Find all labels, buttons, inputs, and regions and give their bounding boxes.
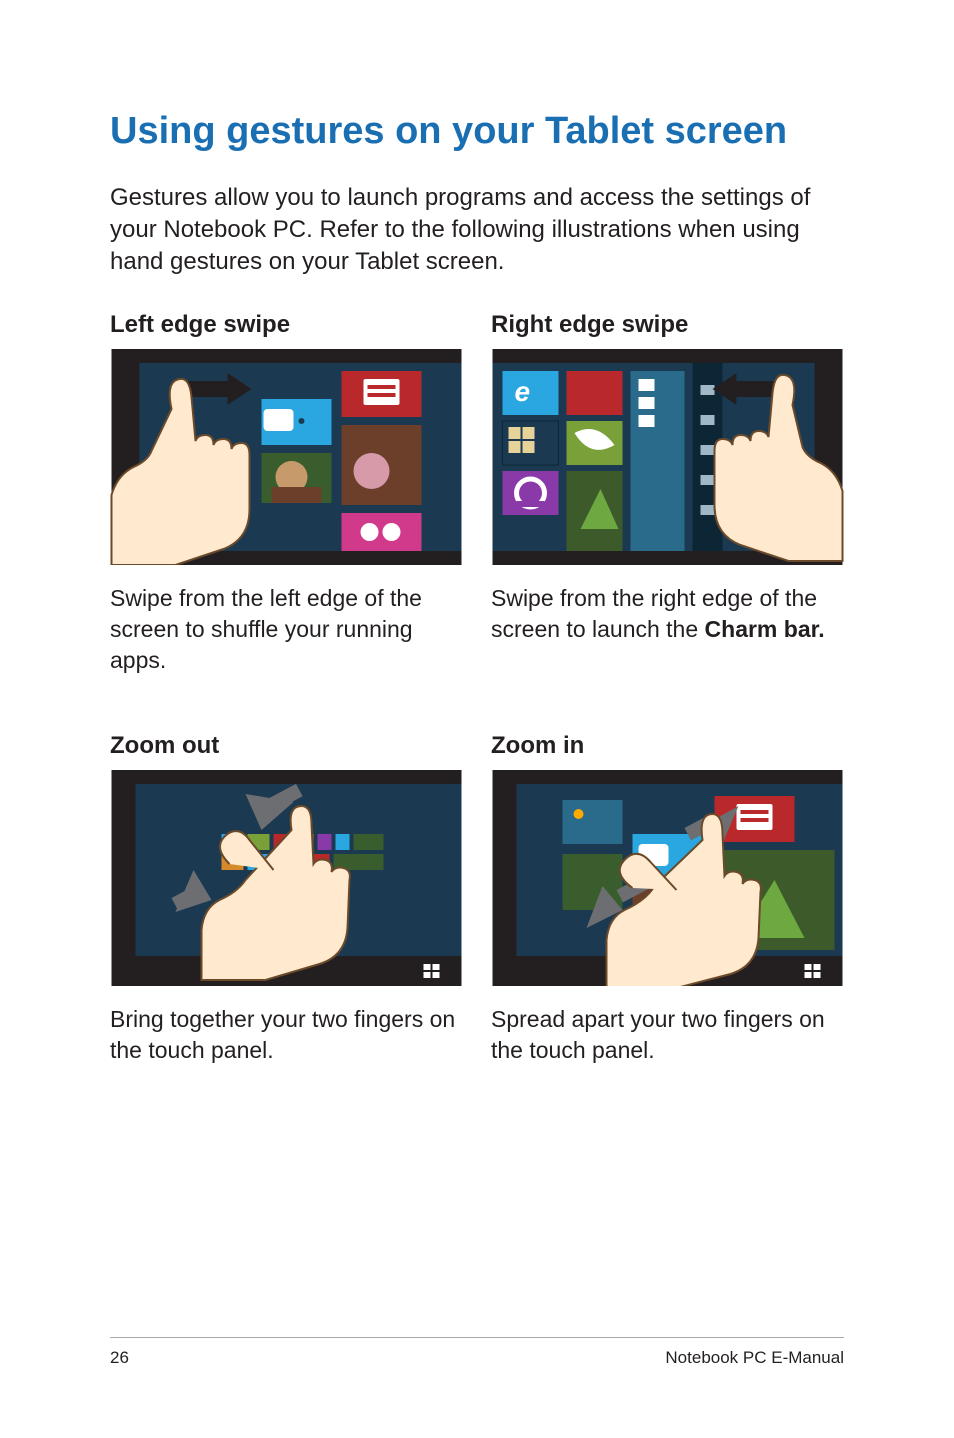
cell-desc: Spread apart your two fingers on the tou… xyxy=(491,1004,844,1066)
gesture-grid: Left edge swipe xyxy=(110,311,844,1066)
cell-zoom-out: Zoom out xyxy=(110,732,463,1066)
zoom-out-illustration xyxy=(110,770,463,986)
cell-zoom-in: Zoom in xyxy=(491,732,844,1066)
cell-desc: Swipe from the right edge of the screen … xyxy=(491,583,844,645)
cell-desc: Swipe from the left edge of the screen t… xyxy=(110,583,463,676)
cell-title: Right edge swipe xyxy=(491,311,844,339)
cell-title: Left edge swipe xyxy=(110,311,463,339)
page: Using gestures on your Tablet screen Ges… xyxy=(0,0,954,1438)
cell-right-edge-swipe: Right edge swipe e xyxy=(491,311,844,676)
footer-doc-title: Notebook PC E-Manual xyxy=(665,1348,844,1368)
cell-left-edge-swipe: Left edge swipe xyxy=(110,311,463,676)
intro-paragraph: Gestures allow you to launch programs an… xyxy=(110,182,844,279)
svg-text:e: e xyxy=(515,376,531,407)
desc-bold: Charm bar. xyxy=(705,616,825,642)
cell-desc: Bring together your two fingers on the t… xyxy=(110,1004,463,1066)
zoom-in-illustration xyxy=(491,770,844,986)
cell-title: Zoom in xyxy=(491,732,844,760)
right-edge-swipe-illustration: e xyxy=(491,349,844,565)
page-title: Using gestures on your Tablet screen xyxy=(110,110,844,154)
page-footer: 26 Notebook PC E-Manual xyxy=(0,1337,954,1368)
page-number: 26 xyxy=(110,1348,129,1368)
cell-title: Zoom out xyxy=(110,732,463,760)
left-edge-swipe-illustration xyxy=(110,349,463,565)
